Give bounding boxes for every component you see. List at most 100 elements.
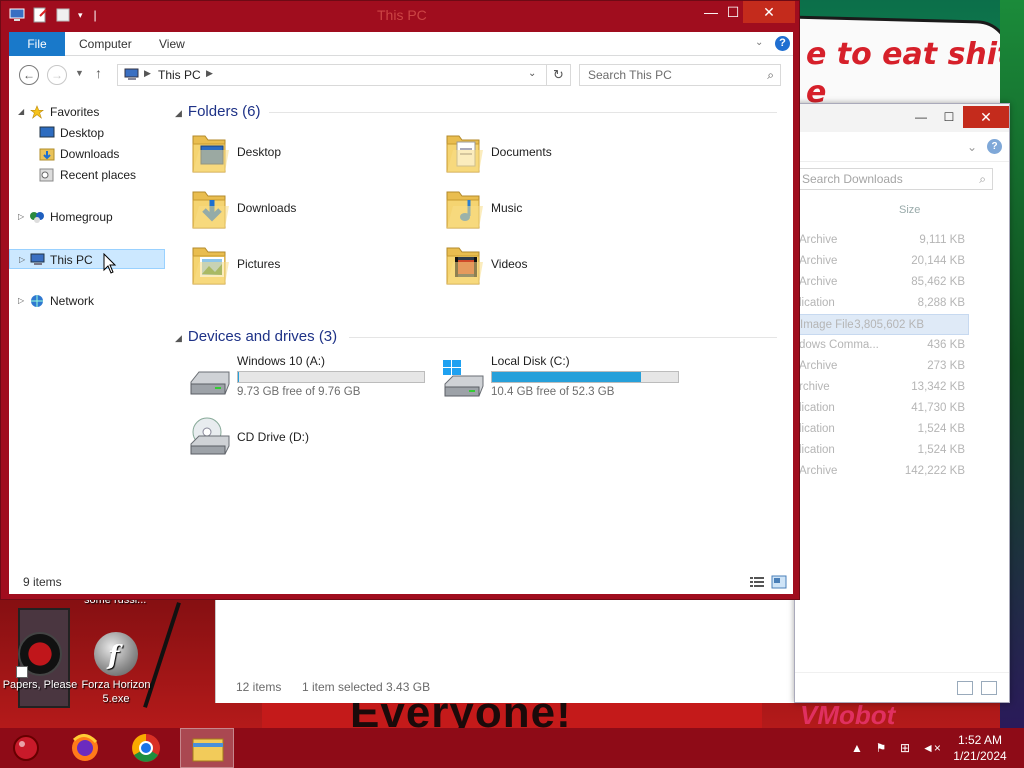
nav-item-recent-places[interactable]: Recent places (9, 165, 165, 185)
start-button[interactable] (0, 728, 54, 768)
folder-tile-documents[interactable]: Documents (437, 126, 687, 180)
bg-file-row[interactable]: Archive 273 KB (795, 356, 1009, 377)
expand-arrow-icon[interactable]: ▷ (18, 291, 24, 311)
folder-tile-pictures[interactable]: Pictures (183, 238, 433, 292)
folder-tile-downloads[interactable]: Downloads (183, 182, 433, 236)
recent-locations-icon[interactable]: ▼ (75, 68, 84, 78)
column-size[interactable]: Size (899, 204, 920, 216)
nav-item-network[interactable]: ▷ Network (9, 291, 165, 311)
bg-file-type: Archive (799, 276, 838, 288)
bg-file-row[interactable]: lication 8,288 KB (795, 293, 1009, 314)
music-folder-icon (446, 191, 483, 229)
bg-search-input[interactable]: Search Downloads ⌕ (797, 168, 993, 190)
nav-item-homegroup[interactable]: ▷ Homegroup (9, 207, 165, 227)
up-button[interactable]: ↑ (95, 65, 102, 81)
back-button[interactable]: ← (19, 65, 39, 85)
bg-file-row[interactable]: Archive 85,462 KB (795, 272, 1009, 293)
chevron-down-icon[interactable]: ⌄ (967, 140, 977, 154)
taskbar: ▲ ⚑ ⊞ ◄× 1:52 AM 1/21/2024 (0, 728, 1024, 768)
network-icon (31, 295, 43, 307)
drive-name: Local Disk (C:) (491, 354, 570, 368)
group-header-devices[interactable]: ◢ Devices and drives (3) (175, 327, 337, 347)
bg-file-row[interactable]: rchive 13,342 KB (795, 377, 1009, 398)
bg-file-row[interactable]: Image File 3,805,602 KB (795, 314, 969, 335)
details-view-icon[interactable] (749, 575, 765, 589)
customize-toolbar-icon[interactable]: ▾ (78, 7, 83, 23)
nav-item-desktop[interactable]: Desktop (9, 123, 165, 143)
bg-close-button[interactable]: ✕ (963, 106, 1009, 128)
large-icons-view-icon[interactable] (981, 681, 997, 695)
expand-arrow-icon[interactable]: ▷ (19, 250, 25, 270)
bg-file-row[interactable]: Archive 9,111 KB (795, 230, 1009, 251)
bg-file-row[interactable]: lication 1,524 KB (795, 419, 1009, 440)
desktop-icon-forza-horizon[interactable]: f Forza Horizon 5.exe (76, 632, 156, 706)
folder-tile-videos[interactable]: Videos (437, 238, 687, 292)
folder-label: Downloads (237, 201, 297, 215)
show-hidden-icons-icon[interactable]: ▲ (850, 741, 864, 755)
tab-file[interactable]: File (9, 32, 65, 56)
bg-file-row[interactable]: lication 1,524 KB (795, 440, 1009, 461)
tab-view[interactable]: View (145, 32, 199, 56)
search-input[interactable]: Search This PC ⌕ (579, 64, 781, 86)
bg-file-row[interactable]: lication 41,730 KB (795, 398, 1009, 419)
bg-file-size: 1,524 KB (917, 423, 965, 435)
breadcrumb-this-pc[interactable]: This PC (158, 68, 201, 82)
background-window-lower[interactable]: 12 items 1 item selected 3.43 GB (215, 598, 795, 703)
volume-muted-icon[interactable]: ◄× (922, 741, 941, 755)
folder-tile-desktop[interactable]: Desktop (183, 126, 433, 180)
collapse-arrow-icon[interactable]: ◢ (175, 333, 182, 343)
help-icon[interactable]: ? (775, 36, 790, 51)
taskbar-file-explorer[interactable] (180, 728, 234, 768)
group-header-folders[interactable]: ◢ Folders (6) (175, 102, 260, 122)
large-icons-view-icon[interactable] (771, 575, 787, 589)
nav-item-favorites[interactable]: ◢ Favorites (9, 102, 165, 122)
title-bar[interactable]: ▾ | This PC — ☐ ✕ (1, 1, 799, 31)
properties-icon[interactable] (32, 7, 48, 23)
collapse-arrow-icon[interactable]: ◢ (175, 108, 182, 118)
address-dropdown-icon[interactable]: ⌄ (528, 68, 536, 79)
drive-cd-d[interactable]: CD Drive (D:) (183, 410, 433, 464)
tab-computer[interactable]: Computer (65, 32, 146, 56)
bg-file-row[interactable]: Archive 20,144 KB (795, 251, 1009, 272)
refresh-button[interactable]: ↻ (547, 64, 571, 86)
clock-date: 1/21/2024 (953, 749, 1007, 763)
background-explorer-window[interactable]: — ☐ ✕ ⌄ ? Search Downloads ⌕ Size Archiv… (794, 103, 1010, 703)
nav-item-this-pc[interactable]: ▷ This PC (9, 249, 165, 269)
desktop-icon-papers-please[interactable]: Papers, Please (0, 632, 80, 692)
bg-file-row[interactable]: dows Comma... 436 KB (795, 335, 1009, 356)
taskbar-clock[interactable]: 1:52 AM 1/21/2024 (940, 732, 1020, 764)
expand-arrow-icon[interactable]: ▷ (18, 207, 24, 227)
taskbar-chrome[interactable] (118, 728, 172, 768)
address-bar[interactable]: ▶ This PC ▶ ⌄ (117, 64, 547, 86)
explorer-window[interactable]: ▾ | This PC — ☐ ✕ File Computer View ⌄ ?… (0, 0, 800, 600)
bg-file-size: 41,730 KB (911, 402, 965, 414)
bg-caption-bar[interactable]: — ☐ ✕ (795, 104, 1009, 132)
forward-button[interactable]: → (47, 65, 67, 85)
collapse-arrow-icon[interactable]: ◢ (18, 102, 24, 122)
breadcrumb-chevron-icon[interactable]: ▶ (206, 68, 213, 79)
drive-free-space: 10.4 GB free of 52.3 GB (491, 386, 615, 398)
bg-file-row[interactable]: Archive 142,222 KB (795, 461, 1009, 482)
details-view-icon[interactable] (957, 681, 973, 695)
bg-minimize-button[interactable]: — (907, 106, 935, 128)
network-status-icon[interactable]: ⊞ (898, 741, 912, 755)
action-center-flag-icon[interactable]: ⚑ (874, 741, 888, 755)
taskbar-firefox[interactable] (58, 728, 112, 768)
breadcrumb-chevron-icon[interactable]: ▶ (144, 68, 151, 79)
nav-item-label: Homegroup (50, 210, 113, 224)
folder-tile-music[interactable]: Music (437, 182, 687, 236)
close-button[interactable]: ✕ (743, 1, 795, 23)
bg-maximize-button[interactable]: ☐ (935, 106, 963, 128)
drive-local-disk-c[interactable]: Local Disk (C:) 10.4 GB free of 52.3 GB (437, 354, 687, 408)
help-icon[interactable]: ? (987, 139, 1002, 154)
new-folder-icon[interactable] (55, 7, 71, 23)
drive-usage-fill (238, 372, 239, 382)
desktop-icon (39, 126, 55, 138)
recent-places-icon (39, 168, 54, 182)
bg-file-type: Archive (799, 360, 838, 372)
drive-windows10-a[interactable]: Windows 10 (A:) 9.73 GB free of 9.76 GB (183, 354, 433, 408)
homegroup-icon (30, 212, 44, 223)
folder-label: Pictures (237, 257, 281, 271)
nav-item-downloads[interactable]: Downloads (9, 144, 165, 164)
expand-ribbon-icon[interactable]: ⌄ (755, 37, 763, 48)
